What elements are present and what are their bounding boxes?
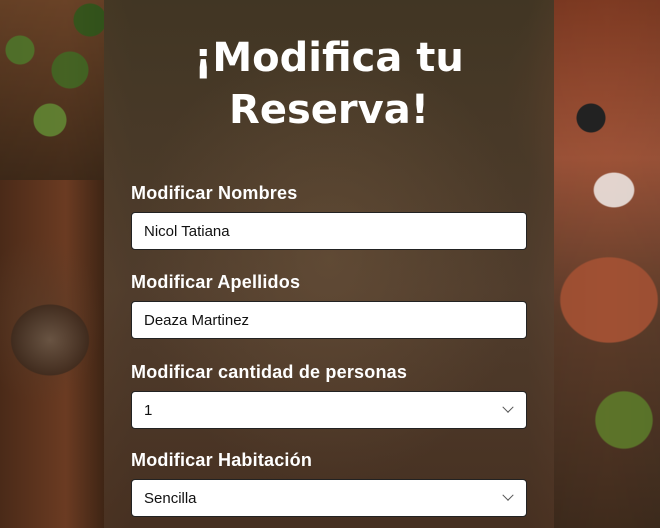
- names-label: Modificar Nombres: [131, 183, 298, 203]
- surnames-label: Modificar Apellidos: [131, 272, 301, 292]
- background-crest: [0, 285, 104, 395]
- people-count-select[interactable]: 1: [131, 391, 527, 429]
- names-input-value: Nicol Tatiana: [144, 222, 230, 240]
- people-count-label: Modificar cantidad de personas: [131, 362, 408, 382]
- surnames-input-value: Deaza Martinez: [144, 311, 250, 329]
- people-count-value: 1: [144, 401, 153, 419]
- surnames-input[interactable]: Deaza Martinez: [131, 301, 527, 339]
- room-label: Modificar Habitación: [131, 450, 313, 470]
- form-title: ¡Modifica tu Reserva!: [194, 35, 464, 133]
- chevron-down-icon: [502, 489, 514, 501]
- reservation-form: ¡Modifica tu Reserva! Modificar Nombres …: [104, 0, 554, 528]
- names-input[interactable]: Nicol Tatiana: [131, 212, 527, 250]
- room-value: Sencilla: [144, 489, 197, 507]
- chevron-down-icon: [502, 401, 514, 413]
- background-arches: [554, 0, 660, 528]
- background-hanging-pot: [575, 98, 607, 134]
- background-foliage: [0, 0, 104, 180]
- room-select[interactable]: Sencilla: [131, 479, 527, 517]
